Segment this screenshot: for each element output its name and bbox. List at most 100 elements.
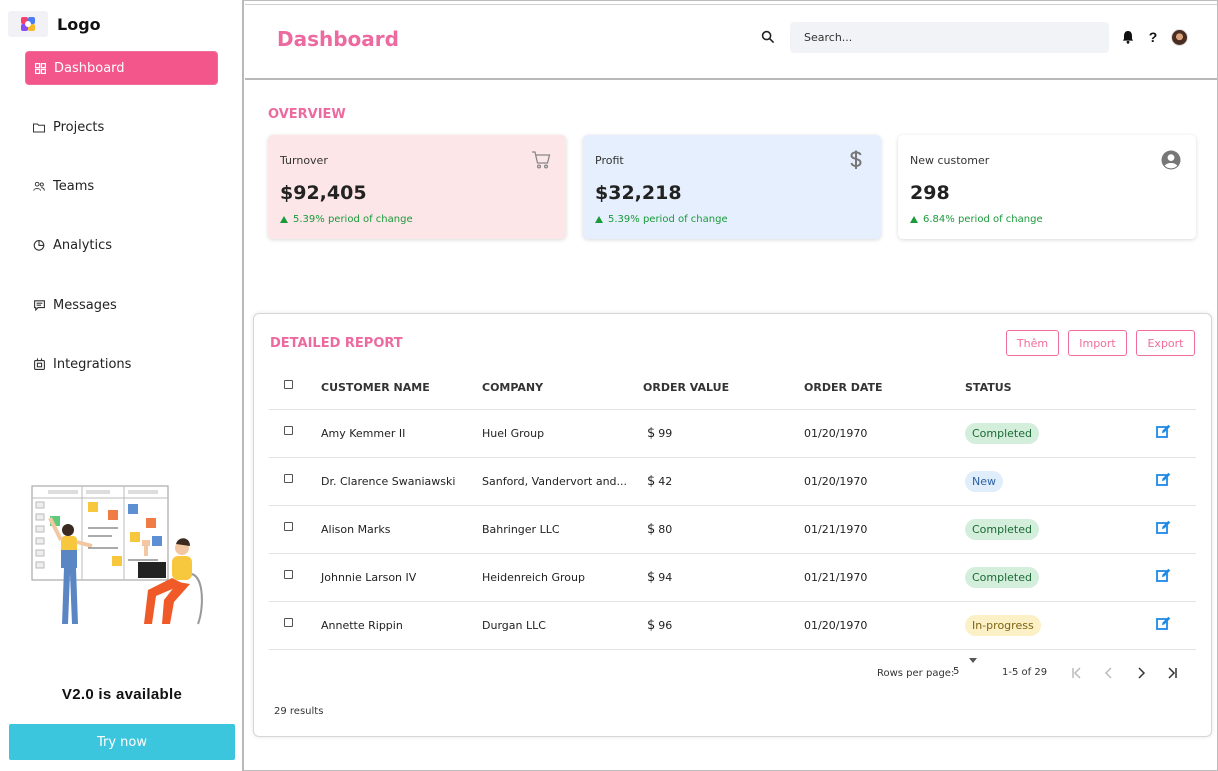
sidebar-item-label: Dashboard bbox=[54, 60, 125, 76]
new-customer-card: New customer 298 6.84% period of change bbox=[898, 135, 1196, 239]
search-icon[interactable] bbox=[761, 30, 777, 46]
edit-icon[interactable] bbox=[1156, 472, 1172, 488]
cart-icon bbox=[530, 149, 552, 171]
company-cell: Bahringer LLC bbox=[482, 505, 643, 554]
card-value: $92,405 bbox=[280, 182, 367, 204]
card-value: 298 bbox=[910, 182, 950, 204]
card-change: 5.39% period of change bbox=[280, 214, 413, 225]
status-badge: In-progress bbox=[965, 614, 1041, 636]
order-value: 96 bbox=[658, 618, 673, 632]
currency-symbol: $ bbox=[647, 569, 656, 585]
last-page-icon[interactable] bbox=[1165, 666, 1179, 683]
up-arrow-icon bbox=[910, 216, 918, 223]
company-cell: Heidenreich Group bbox=[482, 553, 643, 602]
sidebar-item-messages[interactable]: Messages bbox=[25, 288, 218, 322]
page-range: 1-5 of 29 bbox=[1002, 667, 1048, 678]
status-cell: Completed bbox=[965, 505, 1125, 554]
actions-cell bbox=[1125, 553, 1196, 602]
top-header: Dashboard ? bbox=[245, 4, 1217, 80]
overview-title: OVERVIEW bbox=[268, 107, 346, 122]
plug-icon bbox=[33, 358, 45, 370]
order-value-cell: $94 bbox=[643, 553, 804, 602]
table-row[interactable]: Alison Marks Bahringer LLC $80 01/21/1970 Co… bbox=[269, 505, 1196, 554]
help-icon[interactable]: ? bbox=[1146, 29, 1160, 45]
next-page-icon[interactable] bbox=[1134, 666, 1148, 683]
sidebar-item-analytics[interactable]: Analytics bbox=[25, 228, 218, 262]
card-change: 6.84% period of change bbox=[910, 214, 1043, 225]
report-title: DETAILED REPORT bbox=[270, 336, 403, 351]
order-date-cell: 01/21/1970 bbox=[804, 553, 965, 602]
table-row[interactable]: Johnnie Larson IV Heidenreich Group $94 01/… bbox=[269, 553, 1196, 602]
sidebar-item-label: Projects bbox=[53, 119, 105, 135]
company-cell: Durgan LLC bbox=[482, 601, 643, 650]
order-value-cell: $80 bbox=[643, 505, 804, 554]
edit-icon[interactable] bbox=[1156, 616, 1172, 632]
actions-cell bbox=[1125, 601, 1196, 650]
sidebar-item-teams[interactable]: Teams bbox=[25, 169, 218, 203]
turnover-card: Turnover $92,405 5.39% period of change bbox=[268, 135, 566, 239]
pagination: Rows per page: 5 1-5 of 29 bbox=[254, 658, 1213, 684]
row-checkbox[interactable] bbox=[284, 522, 293, 531]
order-value: 80 bbox=[658, 522, 673, 536]
card-change-text: 5.39% period of change bbox=[608, 214, 728, 225]
status-cell: In-progress bbox=[965, 601, 1125, 650]
sidebar-item-label: Analytics bbox=[53, 237, 113, 253]
column-header[interactable]: COMPANY bbox=[482, 366, 643, 410]
sidebar-item-integrations[interactable]: Integrations bbox=[25, 347, 218, 381]
search-input[interactable] bbox=[790, 22, 1109, 53]
table-row[interactable]: Amy Kemmer II Huel Group $99 01/20/1970 Comp… bbox=[269, 409, 1196, 458]
sidebar-item-dashboard[interactable]: Dashboard bbox=[25, 51, 218, 85]
column-header[interactable]: STATUS bbox=[965, 366, 1125, 410]
column-header[interactable]: ORDER DATE bbox=[804, 366, 965, 410]
order-value-cell: $99 bbox=[643, 409, 804, 458]
order-value-cell: $96 bbox=[643, 601, 804, 650]
user-circle-icon bbox=[1160, 149, 1182, 171]
sidebar: Logo Dashboard Projects Teams Analytics … bbox=[0, 0, 244, 771]
logo[interactable]: Logo bbox=[8, 10, 101, 38]
column-header[interactable]: CUSTOMER NAME bbox=[321, 366, 482, 410]
edit-icon[interactable] bbox=[1156, 568, 1172, 584]
dollar-icon bbox=[845, 149, 867, 171]
team-illustration bbox=[31, 485, 203, 625]
previous-page-icon[interactable] bbox=[1102, 666, 1116, 683]
rows-per-page-select[interactable]: 5 bbox=[953, 658, 981, 678]
logo-icon bbox=[8, 11, 48, 37]
users-icon bbox=[33, 180, 45, 192]
customer-name-cell: Alison Marks bbox=[321, 505, 482, 554]
results-count: 29 results bbox=[274, 706, 324, 717]
message-icon bbox=[33, 299, 45, 311]
export-button[interactable]: Export bbox=[1136, 330, 1195, 356]
edit-icon[interactable] bbox=[1156, 424, 1172, 440]
status-cell: New bbox=[965, 457, 1125, 506]
caret-down-icon bbox=[969, 658, 977, 663]
bell-icon[interactable] bbox=[1121, 29, 1135, 45]
sidebar-item-projects[interactable]: Projects bbox=[25, 110, 218, 144]
company-cell: Huel Group bbox=[482, 409, 643, 458]
row-checkbox[interactable] bbox=[284, 618, 293, 627]
add-button[interactable]: Thêm bbox=[1006, 330, 1059, 356]
currency-symbol: $ bbox=[647, 473, 656, 489]
order-value: 94 bbox=[658, 570, 673, 584]
row-checkbox[interactable] bbox=[284, 474, 293, 483]
detailed-report: DETAILED REPORT Thêm Import Export CUSTO… bbox=[253, 313, 1212, 737]
column-header[interactable]: ORDER VALUE bbox=[643, 366, 804, 410]
card-change: 5.39% period of change bbox=[595, 214, 728, 225]
card-label: Profit bbox=[595, 154, 624, 167]
edit-icon[interactable] bbox=[1156, 520, 1172, 536]
up-arrow-icon bbox=[280, 216, 288, 223]
report-table: CUSTOMER NAME COMPANY ORDER VALUE ORDER … bbox=[269, 366, 1196, 650]
pie-chart-icon bbox=[33, 239, 45, 251]
avatar[interactable] bbox=[1171, 29, 1188, 46]
import-button[interactable]: Import bbox=[1068, 330, 1127, 356]
table-row[interactable]: Dr. Clarence Swaniawski Sanford, Vandervo… bbox=[269, 457, 1196, 506]
first-page-icon[interactable] bbox=[1070, 666, 1084, 683]
folder-icon bbox=[33, 121, 45, 133]
row-checkbox[interactable] bbox=[284, 426, 293, 435]
actions-cell bbox=[1125, 505, 1196, 554]
select-all-checkbox[interactable] bbox=[284, 380, 293, 390]
try-now-button[interactable]: Try now bbox=[9, 724, 235, 760]
table-row[interactable]: Annette Rippin Durgan LLC $96 01/20/1970 In-… bbox=[269, 601, 1196, 650]
sidebar-item-label: Integrations bbox=[53, 356, 132, 372]
status-cell: Completed bbox=[965, 553, 1125, 602]
row-checkbox[interactable] bbox=[284, 570, 293, 579]
